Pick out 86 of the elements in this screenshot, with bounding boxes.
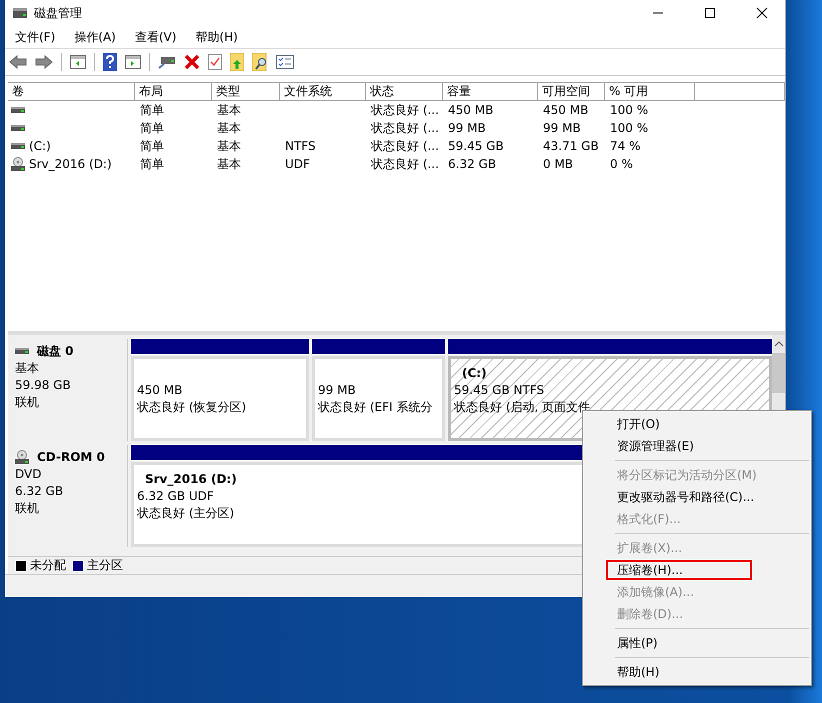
partition-label: (C:) <box>462 365 487 382</box>
column-header[interactable]: 卷 <box>8 83 135 101</box>
menu-item[interactable]: 压缩卷(H)... <box>605 559 753 581</box>
table-cell: 简单 <box>140 102 164 116</box>
partition-block[interactable]: 450 MB 状态良好 (恢复分区) <box>131 356 309 441</box>
drive-icon <box>11 106 25 114</box>
table-cell: 简单 <box>140 120 164 134</box>
table-cell: 99 MB <box>448 121 486 135</box>
partition-status: 状态良好 (主分区) <box>137 505 234 522</box>
help-icon[interactable] <box>103 53 117 71</box>
table-cell: 450 MB <box>543 103 588 117</box>
table-cell: (C:) <box>29 139 51 153</box>
table-cell: 状态良好 (... <box>371 138 439 152</box>
table-cell: 100 % <box>610 121 648 135</box>
column-header[interactable]: 布局 <box>135 83 212 101</box>
drive-icon[interactable] <box>158 55 176 69</box>
table-cell: 简单 <box>140 138 164 152</box>
table-cell: Srv_2016 (D:) <box>29 157 112 171</box>
table-cell: 450 MB <box>448 103 494 117</box>
drive-icon <box>15 347 29 355</box>
legend-label: 主分区 <box>87 557 123 574</box>
table-cell: 74 % <box>610 139 640 153</box>
disc-drive-icon <box>15 450 29 464</box>
table-cell: 状态良好 (... <box>371 156 439 170</box>
menu-item[interactable]: 操作(A) <box>74 28 116 46</box>
partition-status: 状态良好 (启动, 页面文件 <box>454 399 590 416</box>
column-header[interactable]: 文件系统 <box>280 83 366 101</box>
disk-drive-icon <box>12 6 28 20</box>
table-cell: 0 % <box>610 157 633 171</box>
table-cell: 基本 <box>217 156 241 170</box>
panel-icon[interactable] <box>125 55 141 69</box>
partition-size: 6.32 GB UDF <box>137 488 214 505</box>
partition-size: 99 MB <box>318 382 356 399</box>
table-cell: 状态良好 (... <box>371 102 439 116</box>
table-cell: 43.71 GB <box>543 139 599 153</box>
partition-status: 状态良好 (恢复分区) <box>137 399 246 416</box>
legend-label: 未分配 <box>30 557 66 574</box>
disk-type: 基本 <box>15 360 40 376</box>
disk-size: 6.32 GB <box>15 483 64 499</box>
partition-status: 状态良好 (EFI 系统分 <box>318 399 432 416</box>
delete-icon[interactable] <box>184 54 200 70</box>
table-cell: 6.32 GB <box>448 157 496 171</box>
scroll-up-icon[interactable] <box>774 341 784 347</box>
column-header[interactable]: 可用空间 <box>538 83 605 101</box>
table-cell: 基本 <box>217 120 241 134</box>
table-cell: 0 MB <box>543 157 574 171</box>
partition-size: 450 MB <box>137 382 182 399</box>
partition-label: Srv_2016 (D:) <box>145 471 237 488</box>
maximize-icon[interactable] <box>704 7 716 19</box>
drive-icon <box>11 124 25 132</box>
menu-item[interactable]: 属性(P) <box>583 632 808 654</box>
close-icon[interactable] <box>756 7 768 19</box>
checklist-icon[interactable] <box>276 55 294 69</box>
menu-item[interactable]: 帮助(H) <box>583 661 808 683</box>
table-cell: 基本 <box>217 138 241 152</box>
menu-item[interactable]: 帮助(H) <box>195 28 238 46</box>
checked-document-icon[interactable] <box>208 54 222 70</box>
disk-state: 联机 <box>15 500 40 516</box>
column-header[interactable]: % 可用 <box>605 83 695 101</box>
panel-icon[interactable] <box>70 55 86 69</box>
disc-drive-icon <box>11 157 25 171</box>
table-cell: 基本 <box>217 102 241 116</box>
menu-item[interactable]: 查看(V) <box>134 28 176 46</box>
column-header[interactable]: 类型 <box>212 83 280 101</box>
disk-name: 磁盘 0 <box>37 343 74 359</box>
table-cell: 59.45 GB <box>448 139 504 153</box>
partition-block[interactable]: 99 MB 状态良好 (EFI 系统分 <box>312 356 445 441</box>
column-header[interactable]: 容量 <box>443 83 538 101</box>
disk-state: 联机 <box>15 394 40 410</box>
disk-type: DVD <box>15 466 42 482</box>
table-cell: 简单 <box>140 156 164 170</box>
forward-arrow-icon[interactable] <box>35 55 53 69</box>
window-title: 磁盘管理 <box>34 4 82 22</box>
table-cell: 状态良好 (... <box>371 120 439 134</box>
partition-size: 59.45 GB NTFS <box>454 382 544 399</box>
drive-icon <box>11 142 25 150</box>
disk-size: 59.98 GB <box>15 377 72 393</box>
table-cell: 100 % <box>610 103 648 117</box>
folder-magnifier-icon[interactable] <box>252 53 268 71</box>
menu-item[interactable]: 文件(F) <box>15 28 56 46</box>
table-cell: NTFS <box>285 139 316 153</box>
table-cell: 99 MB <box>543 121 581 135</box>
back-arrow-icon[interactable] <box>9 55 27 69</box>
disk-name: CD-ROM 0 <box>37 449 105 465</box>
column-header[interactable]: 状态 <box>366 83 443 101</box>
table-cell: UDF <box>285 157 310 171</box>
